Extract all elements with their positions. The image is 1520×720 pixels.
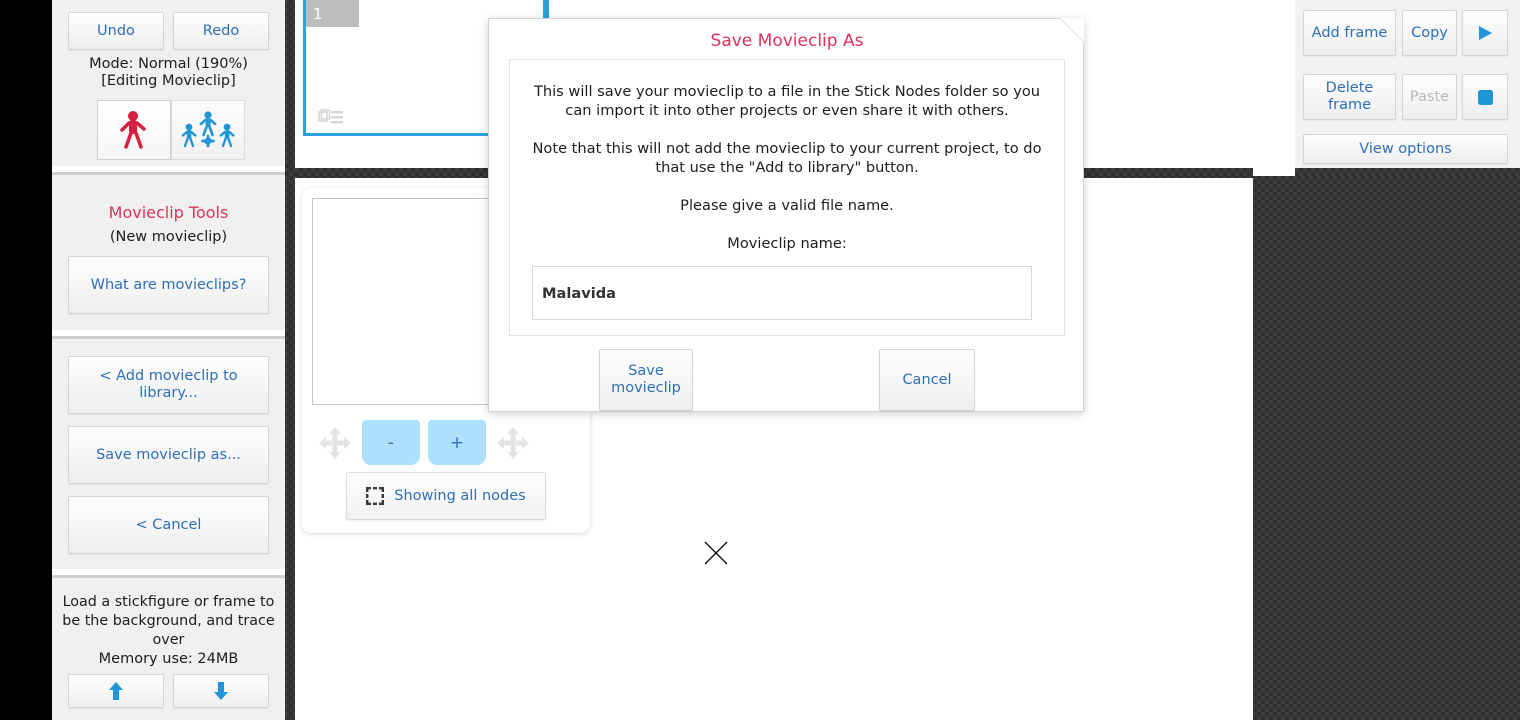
single-figure-mode-button[interactable] xyxy=(97,100,171,160)
dialog-body: This will save your movieclip to a file … xyxy=(509,59,1065,336)
add-movieclip-to-library-button[interactable]: < Add movieclip to library... xyxy=(68,356,269,414)
movieclip-name-input[interactable] xyxy=(532,266,1032,320)
stop-square-icon xyxy=(1477,89,1494,106)
mode-toggle-group xyxy=(97,100,245,160)
selection-box-icon xyxy=(366,487,385,505)
frame-number-label: 1 xyxy=(306,0,359,27)
move-up-button[interactable] xyxy=(68,674,164,708)
dialog-paragraph-3: Please give a valid file name. xyxy=(680,197,894,214)
add-frame-button-wrap: Add frame xyxy=(1303,10,1396,56)
dialog-paragraph-2: Note that this will not add the moviecli… xyxy=(532,140,1042,176)
pan-right-control[interactable] xyxy=(490,426,536,460)
sidebar-divider-1b xyxy=(52,172,285,175)
play-button[interactable] xyxy=(1462,10,1508,56)
left-sidebar: Undo Redo Mode: Normal (190%) [Editing M… xyxy=(52,0,285,720)
dialog-title: Save Movieclip As xyxy=(710,31,864,51)
mode-status-line2: [Editing Movieclip] xyxy=(101,73,236,89)
app-root: Undo Redo Mode: Normal (190%) [Editing M… xyxy=(0,0,1520,720)
mode-status: Mode: Normal (190%) [Editing Movieclip] xyxy=(52,56,285,90)
delete-frame-button-wrap: Delete frame xyxy=(1303,74,1396,120)
play-button-wrap xyxy=(1462,10,1508,56)
sidebar-divider-2b xyxy=(52,336,285,339)
cancel-dialog-button-wrap: Cancel xyxy=(879,349,975,411)
trace-background-note: Load a stickfigure or frame to be the ba… xyxy=(62,594,275,648)
move-down-button[interactable] xyxy=(173,674,269,708)
view-options-button-wrap: View options xyxy=(1303,134,1508,164)
copy-button[interactable]: Copy xyxy=(1402,10,1457,56)
undo-button[interactable]: Undo xyxy=(68,12,164,50)
save-movieclip-dialog-button[interactable]: Save movieclip xyxy=(599,349,693,411)
undo-redo-row: Undo Redo xyxy=(68,12,269,50)
layer-order-row xyxy=(68,674,269,708)
transparency-area-right xyxy=(1253,176,1520,720)
paste-button[interactable]: Paste xyxy=(1402,74,1457,120)
showing-all-nodes-label: Showing all nodes xyxy=(394,488,526,504)
movieclip-tools-title: Movieclip Tools xyxy=(108,203,229,222)
multi-figure-mode-button[interactable] xyxy=(171,100,245,160)
stop-button-wrap xyxy=(1462,74,1508,120)
dialog-paragraph-1: This will save your movieclip to a file … xyxy=(533,83,1041,119)
memory-usage-label: Memory use: 24MB xyxy=(98,651,239,667)
copy-button-wrap: Copy xyxy=(1402,10,1457,56)
cancel-dialog-button[interactable]: Cancel xyxy=(879,349,975,411)
left-black-edge xyxy=(0,0,52,720)
move-arrows-icon xyxy=(318,426,352,460)
paste-button-wrap: Paste xyxy=(1402,74,1457,120)
save-movieclip-dialog: Save Movieclip As This will save your mo… xyxy=(488,18,1084,412)
zoom-controls-row: - + xyxy=(312,420,580,465)
pan-left-control[interactable] xyxy=(312,426,358,460)
play-icon xyxy=(1477,25,1494,41)
zoom-out-button[interactable]: - xyxy=(362,420,420,465)
what-are-movieclips-button[interactable]: What are movieclips? xyxy=(68,256,269,314)
zoom-in-button[interactable]: + xyxy=(428,420,486,465)
layers-icon xyxy=(318,109,344,125)
transparency-strip-left xyxy=(285,0,295,720)
view-options-button[interactable]: View options xyxy=(1303,134,1508,164)
single-stickfigure-icon xyxy=(117,110,151,150)
x-mark-icon xyxy=(704,541,728,565)
sidebar-divider-3b xyxy=(52,575,285,578)
arrow-up-icon xyxy=(108,681,124,701)
showing-all-nodes-button[interactable]: Showing all nodes xyxy=(346,472,546,520)
movieclip-tools-subtitle: (New movieclip) xyxy=(109,229,228,245)
redo-button[interactable]: Redo xyxy=(173,12,269,50)
add-frame-button[interactable]: Add frame xyxy=(1303,10,1396,56)
save-movieclip-button-wrap: Save movieclip xyxy=(599,349,693,411)
move-arrows-icon xyxy=(496,426,530,460)
mode-status-line1: Mode: Normal (190%) xyxy=(89,56,248,72)
multi-stickfigure-icon xyxy=(181,110,235,150)
movieclip-name-label: Movieclip name: xyxy=(727,235,847,252)
delete-frame-button[interactable]: Delete frame xyxy=(1303,74,1396,120)
cancel-movieclip-button[interactable]: < Cancel xyxy=(68,496,269,554)
arrow-down-icon xyxy=(213,681,229,701)
stop-button[interactable] xyxy=(1462,74,1508,120)
save-movieclip-as-button[interactable]: Save movieclip as... xyxy=(68,426,269,484)
